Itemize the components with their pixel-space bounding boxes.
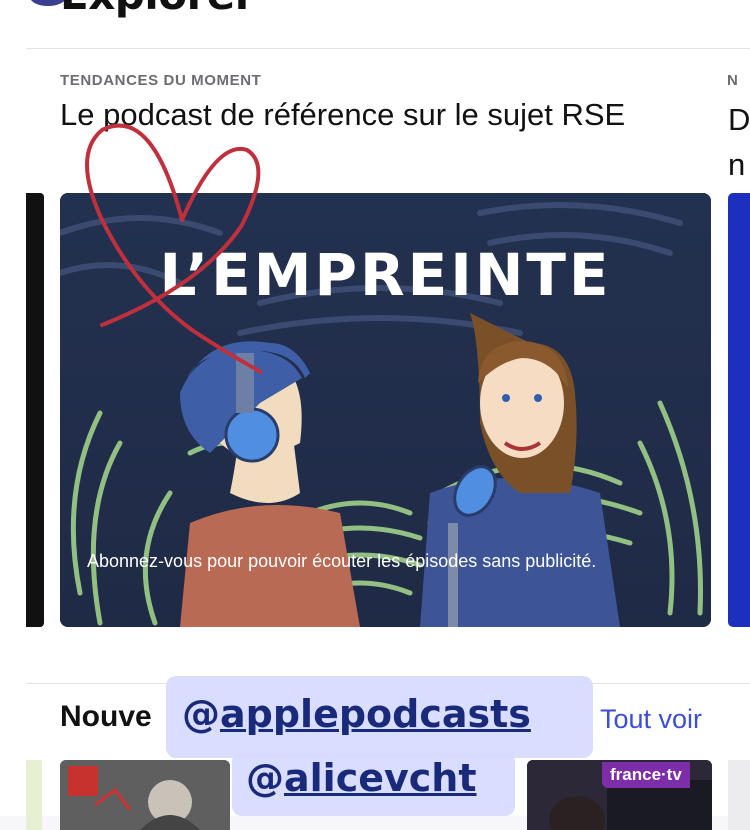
thumbnail-logo-icon	[68, 766, 98, 796]
francetv-badge: france·tv	[602, 762, 690, 788]
next-featured-card[interactable]	[728, 193, 750, 627]
section-title: Nouve	[60, 700, 152, 733]
next-featured-headline[interactable]: D n	[728, 97, 750, 187]
mention-applepodcasts[interactable]: @applepodcasts	[182, 692, 531, 736]
card-caption: Abonnez-vous pour pouvoir écouter les ép…	[87, 551, 597, 571]
see-all-link[interactable]: Tout voir	[600, 704, 702, 735]
next-headline-line1: D	[728, 102, 750, 137]
previous-featured-card[interactable]	[26, 193, 44, 627]
previous-thumbnail[interactable]	[26, 760, 42, 830]
header-divider	[26, 48, 750, 49]
mention-at: @	[182, 692, 220, 736]
next-thumbnail[interactable]	[728, 760, 750, 830]
heart-icon	[85, 123, 262, 375]
next-headline-line2: n	[728, 147, 746, 182]
mention-alicevcht[interactable]: @alicevcht	[246, 756, 477, 800]
next-featured-eyebrow: N	[727, 72, 738, 89]
mention-at: @	[246, 756, 284, 800]
mention-handle: applepodcasts	[220, 692, 531, 736]
mention-handle: alicevcht	[284, 756, 477, 800]
explorer-screen: Explorer TENDANCES DU MOMENT N Le podcas…	[0, 0, 750, 830]
featured-eyebrow: TENDANCES DU MOMENT	[60, 72, 262, 89]
page-title: Explorer	[60, 0, 256, 19]
